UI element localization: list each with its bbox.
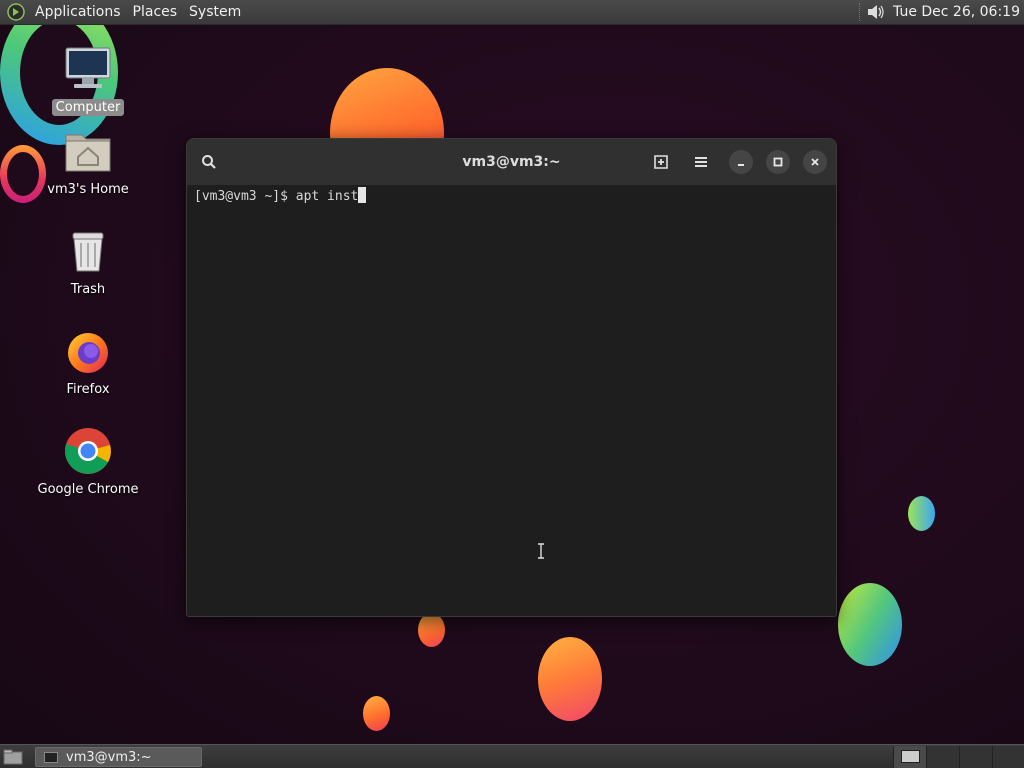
menu-places[interactable]: Places [129, 0, 186, 25]
distro-logo-icon[interactable] [7, 3, 25, 21]
chrome-icon [64, 427, 112, 475]
workspace-window-preview [901, 750, 920, 763]
panel-separator [859, 3, 861, 21]
menu-system[interactable]: System [185, 0, 249, 25]
desktop-icon-label: Trash [70, 282, 106, 297]
desktop-icon-computer[interactable]: Computer [33, 45, 143, 116]
desktop-icon-label: vm3's Home [47, 182, 129, 197]
taskbar-item-terminal[interactable]: vm3@vm3:~ [35, 747, 202, 767]
wallpaper-shape [538, 637, 602, 721]
shell-prompt: [vm3@vm3 ~]$ [194, 189, 296, 204]
text-cursor [358, 187, 367, 203]
workspace-1[interactable] [893, 746, 926, 768]
taskbar-item-label: vm3@vm3:~ [66, 749, 152, 765]
clock[interactable]: Tue Dec 26, 06:19 [893, 4, 1024, 20]
desktop-icon-home[interactable]: vm3's Home [33, 127, 143, 198]
firefox-icon [64, 327, 112, 375]
terminal-window[interactable]: vm3@vm3:~ [vm3@vm3 ~]$ apt inst [186, 138, 837, 617]
close-button[interactable] [803, 150, 827, 174]
minimize-button[interactable] [729, 150, 753, 174]
workspace-4[interactable] [992, 746, 1024, 768]
terminal-icon [44, 751, 58, 763]
wallpaper-shape [908, 496, 935, 531]
top-panel: Applications Places System Tue Dec 26, 0… [0, 0, 1024, 25]
new-tab-button[interactable] [648, 149, 674, 175]
workspace-3[interactable] [959, 746, 992, 768]
desktop-icon-label: Computer [51, 99, 125, 116]
terminal-output[interactable]: [vm3@vm3 ~]$ apt inst [187, 185, 836, 616]
wallpaper-shape [838, 583, 902, 666]
computer-icon [64, 45, 112, 93]
home-folder-icon [64, 127, 112, 175]
terminal-header-bar[interactable]: vm3@vm3:~ [187, 139, 836, 185]
desktop-icon-label: Firefox [66, 382, 110, 397]
wallpaper-shape [418, 613, 445, 647]
desktop-icon-trash[interactable]: Trash [33, 227, 143, 298]
ibeam-cursor-icon [538, 543, 544, 559]
search-icon [202, 155, 216, 169]
desktop-icon-label: Google Chrome [37, 482, 139, 497]
wallpaper-shape [363, 696, 390, 731]
minimize-icon [738, 164, 744, 166]
menu-applications[interactable]: Applications [31, 0, 129, 25]
speaker-icon[interactable] [865, 2, 885, 22]
bottom-panel: vm3@vm3:~ [0, 744, 1024, 768]
search-button[interactable] [196, 149, 222, 175]
close-icon [811, 158, 819, 166]
command-input[interactable]: apt inst [296, 189, 359, 204]
new-tab-icon [654, 155, 668, 169]
maximize-icon [773, 157, 783, 167]
desktop-icon-chrome[interactable]: Google Chrome [33, 427, 143, 498]
show-desktop-icon[interactable] [3, 749, 23, 765]
menu-button[interactable] [688, 149, 714, 175]
desktop-icon-firefox[interactable]: Firefox [33, 327, 143, 398]
workspace-2[interactable] [926, 746, 959, 768]
trash-icon [64, 227, 112, 275]
maximize-button[interactable] [766, 150, 790, 174]
hamburger-menu-icon [695, 157, 707, 167]
